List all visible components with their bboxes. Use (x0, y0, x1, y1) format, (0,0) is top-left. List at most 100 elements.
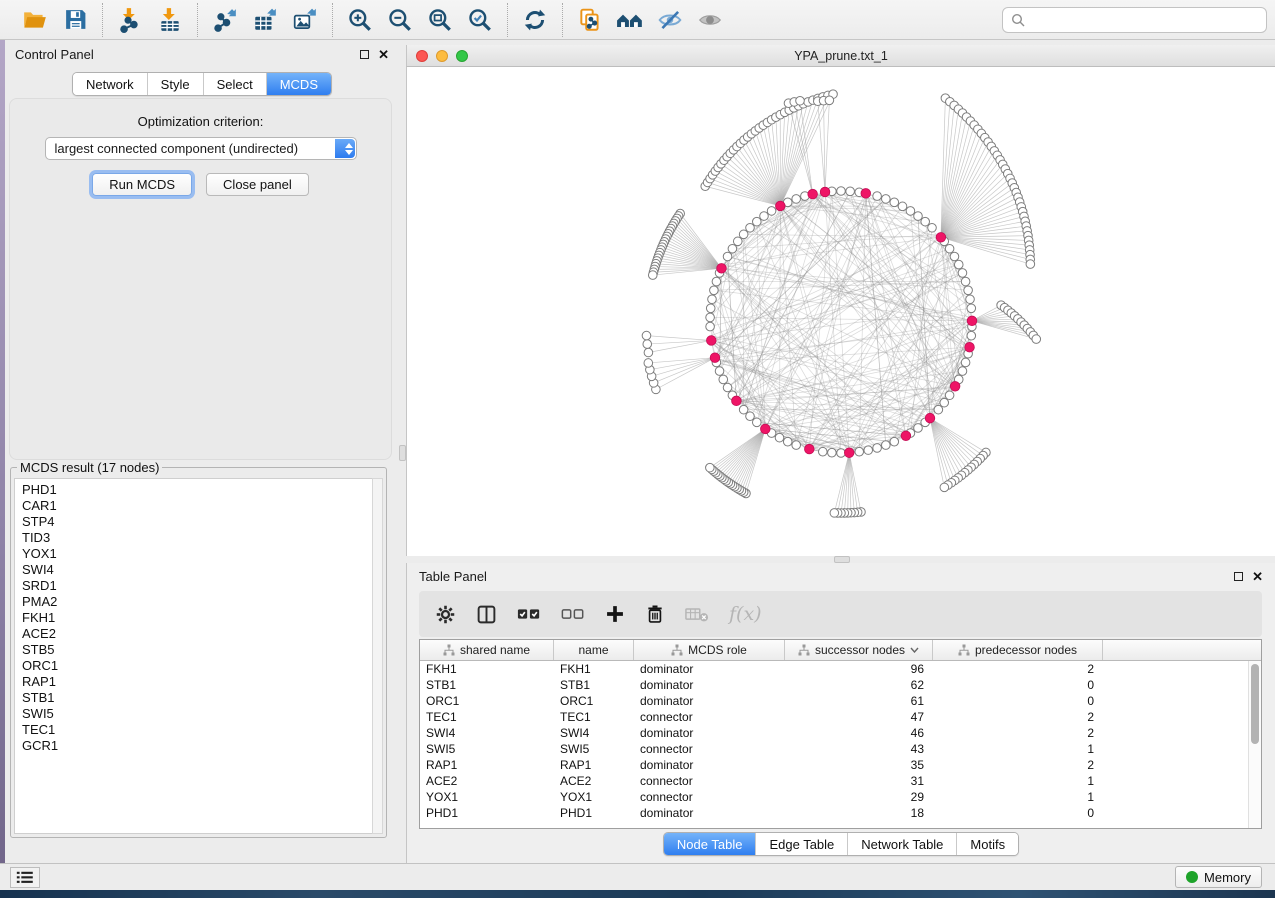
result-item[interactable]: TID3 (22, 530, 372, 546)
table-row[interactable]: PHD1PHD1dominator180 (420, 805, 1248, 821)
zoom-out-button[interactable] (380, 4, 420, 36)
result-item[interactable]: SWI5 (22, 706, 372, 722)
horizontal-splitter[interactable] (406, 556, 1275, 563)
cell-successor-nodes[interactable]: 46 (785, 725, 933, 741)
panel-chooser-button[interactable] (10, 867, 40, 888)
table-scrollbar[interactable] (1248, 661, 1261, 828)
gear-button[interactable] (435, 599, 456, 629)
open-button[interactable] (15, 4, 55, 36)
network-window-titlebar[interactable]: YPA_prune.txt_1 (406, 45, 1275, 67)
import-network-button[interactable] (110, 4, 150, 36)
cell-shared-name[interactable]: TEC1 (420, 709, 554, 725)
column-header-successor-nodes[interactable]: successor nodes (785, 640, 933, 660)
memory-button[interactable]: Memory (1175, 866, 1262, 888)
tab-edge-table[interactable]: Edge Table (755, 833, 847, 855)
cell-predecessor-nodes[interactable]: 0 (933, 677, 1103, 693)
cell-predecessor-nodes[interactable]: 2 (933, 709, 1103, 725)
cell-successor-nodes[interactable]: 35 (785, 757, 933, 773)
refresh-button[interactable] (515, 4, 555, 36)
cell-mcds-role[interactable]: connector (634, 709, 785, 725)
result-item[interactable]: CAR1 (22, 498, 372, 514)
cell-shared-name[interactable]: ACE2 (420, 773, 554, 789)
tab-node-table[interactable]: Node Table (664, 833, 756, 855)
cell-mcds-role[interactable]: dominator (634, 757, 785, 773)
zoom-fit-button[interactable] (420, 4, 460, 36)
cell-mcds-role[interactable]: dominator (634, 805, 785, 821)
result-item[interactable]: STB5 (22, 642, 372, 658)
cell-predecessor-nodes[interactable]: 0 (933, 805, 1103, 821)
cell-predecessor-nodes[interactable]: 1 (933, 773, 1103, 789)
cell-mcds-role[interactable]: connector (634, 741, 785, 757)
export-network-button[interactable] (205, 4, 245, 36)
delete-table-button[interactable] (685, 599, 709, 629)
cell-mcds-role[interactable]: dominator (634, 677, 785, 693)
column-header-shared-name[interactable]: shared name (420, 640, 554, 660)
result-item[interactable]: PMA2 (22, 594, 372, 610)
zoom-in-button[interactable] (340, 4, 380, 36)
cell-name[interactable]: PHD1 (554, 805, 634, 821)
export-table-button[interactable] (245, 4, 285, 36)
table-row[interactable]: SWI4SWI4dominator462 (420, 725, 1248, 741)
cell-name[interactable]: SWI5 (554, 741, 634, 757)
table-row[interactable]: YOX1YOX1connector291 (420, 789, 1248, 805)
result-item[interactable]: YOX1 (22, 546, 372, 562)
column-header-predecessor-nodes[interactable]: predecessor nodes (933, 640, 1103, 660)
result-item[interactable]: ORC1 (22, 658, 372, 674)
network-graph[interactable] (407, 67, 1273, 556)
cell-shared-name[interactable]: PHD1 (420, 805, 554, 821)
vertical-splitter[interactable] (399, 40, 406, 863)
tab-network-table[interactable]: Network Table (847, 833, 956, 855)
cell-shared-name[interactable]: FKH1 (420, 661, 554, 677)
cell-successor-nodes[interactable]: 18 (785, 805, 933, 821)
result-item[interactable]: SRD1 (22, 578, 372, 594)
column-header-mcds-role[interactable]: MCDS role (634, 640, 785, 660)
float-panel-icon[interactable] (1234, 572, 1243, 581)
cell-shared-name[interactable]: YOX1 (420, 789, 554, 805)
cell-name[interactable]: YOX1 (554, 789, 634, 805)
mcds-result-list[interactable]: PHD1CAR1STP4TID3YOX1SWI4SRD1PMA2FKH1ACE2… (14, 478, 372, 834)
show-panels-button[interactable] (690, 4, 730, 36)
add-column-button[interactable] (605, 599, 625, 629)
run-mcds-button[interactable]: Run MCDS (92, 173, 192, 196)
tab-network[interactable]: Network (73, 73, 147, 95)
cell-predecessor-nodes[interactable]: 1 (933, 741, 1103, 757)
cell-name[interactable]: SWI4 (554, 725, 634, 741)
cell-shared-name[interactable]: ORC1 (420, 693, 554, 709)
result-item[interactable]: ACE2 (22, 626, 372, 642)
criterion-select[interactable]: largest connected component (undirected) (45, 137, 357, 160)
result-item[interactable]: RAP1 (22, 674, 372, 690)
export-image-button[interactable] (285, 4, 325, 36)
cell-mcds-role[interactable]: dominator (634, 725, 785, 741)
cell-mcds-role[interactable]: dominator (634, 661, 785, 677)
cell-name[interactable]: RAP1 (554, 757, 634, 773)
cell-name[interactable]: FKH1 (554, 661, 634, 677)
result-item[interactable]: SWI4 (22, 562, 372, 578)
cell-successor-nodes[interactable]: 29 (785, 789, 933, 805)
deselect-all-button[interactable] (561, 599, 585, 629)
cell-successor-nodes[interactable]: 43 (785, 741, 933, 757)
import-table-button[interactable] (150, 4, 190, 36)
table-row[interactable]: FKH1FKH1dominator962 (420, 661, 1248, 677)
table-row[interactable]: ORC1ORC1dominator610 (420, 693, 1248, 709)
network-view[interactable] (406, 67, 1275, 556)
search-input[interactable] (1031, 12, 1258, 27)
cell-shared-name[interactable]: STB1 (420, 677, 554, 693)
clone-network-button[interactable] (570, 4, 610, 36)
cell-predecessor-nodes[interactable]: 1 (933, 789, 1103, 805)
cell-name[interactable]: ORC1 (554, 693, 634, 709)
select-all-button[interactable] (517, 599, 541, 629)
cell-mcds-role[interactable]: dominator (634, 693, 785, 709)
cell-shared-name[interactable]: RAP1 (420, 757, 554, 773)
cell-shared-name[interactable]: SWI5 (420, 741, 554, 757)
cell-name[interactable]: TEC1 (554, 709, 634, 725)
result-item[interactable]: GCR1 (22, 738, 372, 754)
split-view-button[interactable] (476, 599, 497, 629)
delete-column-button[interactable] (645, 599, 665, 629)
cell-name[interactable]: ACE2 (554, 773, 634, 789)
table-row[interactable]: SWI5SWI5connector431 (420, 741, 1248, 757)
table-row[interactable]: STB1STB1dominator620 (420, 677, 1248, 693)
splitter-grip[interactable] (399, 445, 406, 461)
close-panel-button[interactable]: Close panel (206, 173, 309, 196)
result-item[interactable]: TEC1 (22, 722, 372, 738)
result-item[interactable]: STP4 (22, 514, 372, 530)
